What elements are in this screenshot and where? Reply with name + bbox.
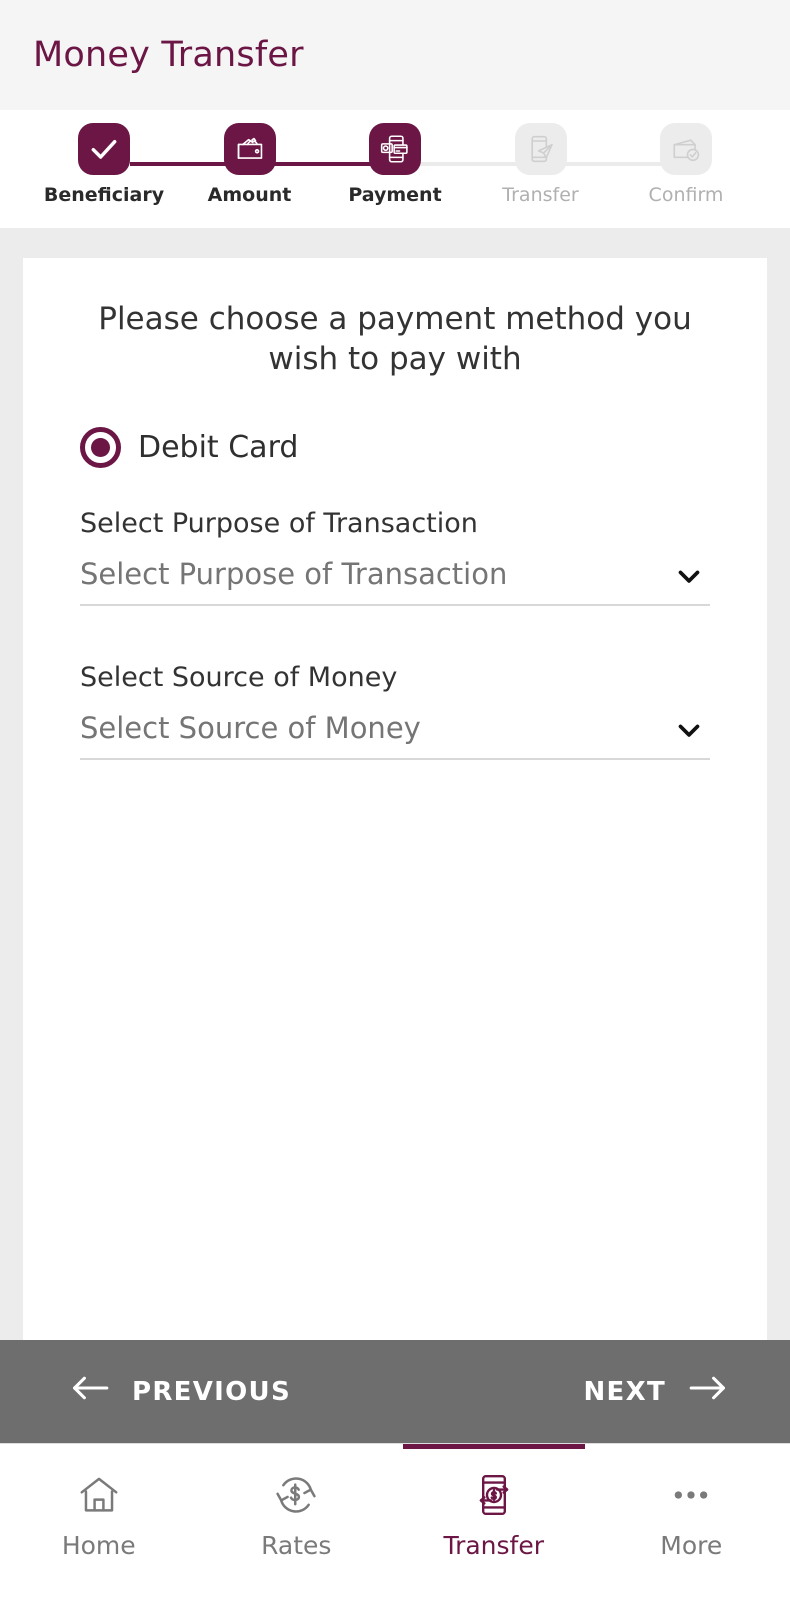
chevron-down-icon[interactable] [672,713,706,751]
stepper-step-beneficiary[interactable]: Beneficiary [44,123,164,206]
app-header: Money Transfer [0,0,790,110]
mobile-app-screen: Money Transfer Beneficiary Amount Paymen… [0,0,790,1600]
payment-method-card: Please choose a payment method you wish … [23,258,767,1340]
tab-more[interactable]: More [593,1444,790,1600]
phone-transfer-icon [470,1469,518,1521]
tab-rates[interactable]: Rates [198,1444,396,1600]
check-icon [78,123,130,175]
stepper-label-beneficiary: Beneficiary [43,184,165,206]
stepper-label-transfer: Transfer [502,184,579,206]
select-purpose-input[interactable] [80,557,656,592]
payment-method-option-debit-card[interactable]: Debit Card [80,427,710,469]
tab-label-transfer: Transfer [443,1530,545,1560]
select-source-row[interactable] [80,711,710,761]
select-source-input[interactable] [80,711,656,746]
more-dots-icon [668,1469,714,1521]
wallet-check-icon [660,123,712,175]
arrow-right-icon [688,1374,728,1409]
payment-method-label: Debit Card [138,430,299,466]
stepper-step-payment[interactable]: Payment [345,123,445,206]
chevron-down-icon[interactable] [672,559,706,597]
select-purpose-row[interactable] [80,557,710,607]
bottom-tab-bar: Home Rates Transfer More [0,1443,790,1600]
stepper-step-transfer[interactable]: Transfer [491,123,591,206]
field-source-of-money: Select Source of Money [80,662,710,761]
stepper-label-confirm: Confirm [648,184,724,206]
wallet-cash-icon [223,123,276,175]
tab-label-home: Home [61,1530,136,1560]
next-button-label: NEXT [583,1376,666,1407]
previous-button-label: PREVIOUS [132,1376,291,1407]
stepper-label-amount: Amount [207,184,292,206]
phone-send-icon [514,123,567,175]
stepper-label-payment: Payment [348,184,442,206]
radio-selected-icon[interactable] [80,427,121,469]
next-button[interactable]: NEXT [583,1374,728,1409]
field-label-purpose: Select Purpose of Transaction [80,508,478,540]
phone-card-icon [369,123,421,175]
radio-dot [91,438,110,458]
stepper-track: Beneficiary Amount Payment Transfer Conf… [0,123,790,206]
card-heading: Please choose a payment method you wish … [98,301,692,377]
tab-label-more: More [660,1530,723,1560]
arrow-left-icon [70,1374,110,1409]
home-icon [76,1469,122,1521]
field-purpose-of-transaction: Select Purpose of Transaction [80,508,710,607]
stepper-step-confirm[interactable]: Confirm [636,123,736,206]
stepper-step-amount[interactable]: Amount [200,123,300,206]
progress-stepper: Beneficiary Amount Payment Transfer Conf… [0,110,790,228]
tab-home[interactable]: Home [0,1444,198,1600]
content-area: Please choose a payment method you wish … [0,228,790,1340]
exchange-rate-icon [273,1469,319,1521]
field-label-source: Select Source of Money [80,662,398,694]
page-title: Money Transfer [33,35,304,75]
tab-label-rates: Rates [261,1530,332,1560]
wizard-navigation-bar: PREVIOUS NEXT [0,1340,790,1443]
previous-button[interactable]: PREVIOUS [70,1374,291,1409]
tab-transfer[interactable]: Transfer [395,1444,593,1600]
tab-active-indicator [403,1444,585,1449]
